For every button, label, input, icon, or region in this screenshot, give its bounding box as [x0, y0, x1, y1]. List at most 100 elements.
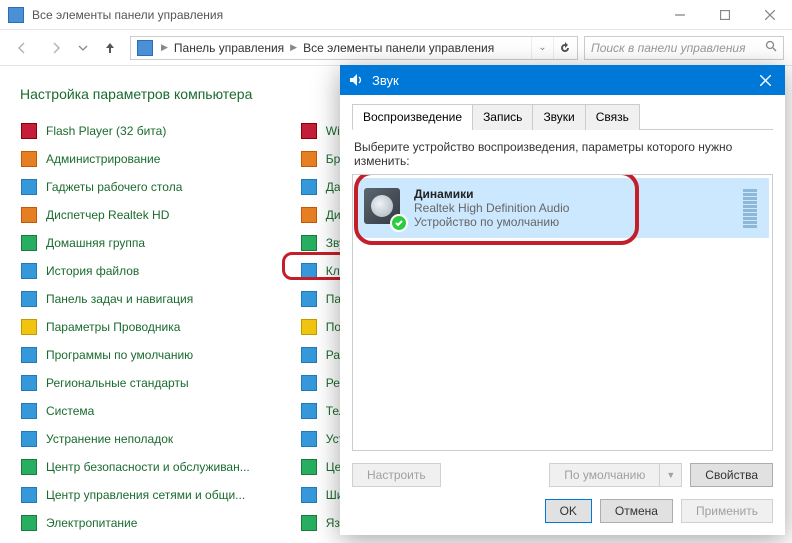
cp-item-label: Гаджеты рабочего стола: [46, 180, 182, 194]
cp-item-label: Система: [46, 404, 94, 418]
cp-item-label: Диспетчер Realtek HD: [46, 208, 169, 222]
cp-item-icon: [300, 178, 318, 196]
close-button[interactable]: [747, 0, 792, 30]
search-icon: [765, 40, 777, 55]
cp-col1-item-14[interactable]: Электропитание: [20, 514, 250, 532]
cp-item-icon: [20, 178, 38, 196]
cp-item-icon: [300, 290, 318, 308]
cp-item-label: Центр безопасности и обслуживан...: [46, 460, 250, 474]
cp-col1-item-3[interactable]: Диспетчер Realtek HD: [20, 206, 250, 224]
cp-item-label: Flash Player (32 бита): [46, 124, 166, 138]
cp-item-label: Устранение неполадок: [46, 432, 173, 446]
cp-item-icon: [20, 486, 38, 504]
breadcrumb-icon: [137, 40, 153, 56]
cp-item-icon: [300, 150, 318, 168]
properties-button[interactable]: Свойства: [690, 463, 773, 487]
cp-item-icon: [300, 514, 318, 532]
cp-item-icon: [20, 430, 38, 448]
tab-recording[interactable]: Запись: [472, 104, 533, 130]
cp-item-icon: [20, 374, 38, 392]
navbar: ▶ Панель управления ▶ Все элементы панел…: [0, 30, 792, 66]
cp-item-icon: [300, 122, 318, 140]
up-button[interactable]: [96, 34, 124, 62]
cp-item-icon: [20, 402, 38, 420]
cp-col1-item-9[interactable]: Региональные стандарты: [20, 374, 250, 392]
minimize-button[interactable]: [657, 0, 702, 30]
cp-item-icon: [20, 150, 38, 168]
cp-item-icon: [300, 374, 318, 392]
forward-button[interactable]: [42, 34, 70, 62]
dialog-description: Выберите устройство воспроизведения, пар…: [354, 140, 771, 168]
chevron-right-icon: ▶: [290, 42, 297, 53]
cp-item-icon: [20, 346, 38, 364]
speaker-icon: [348, 72, 364, 88]
dialog-title: Звук: [372, 73, 745, 88]
dialog-close-button[interactable]: [745, 65, 785, 95]
sound-dialog: Звук Воспроизведение Запись Звуки Связь …: [340, 65, 785, 535]
cp-item-icon: [300, 346, 318, 364]
set-default-button[interactable]: По умолчанию: [549, 463, 659, 487]
check-badge-icon: [390, 214, 408, 232]
set-default-dropdown[interactable]: ▼: [659, 463, 682, 487]
cp-col1-item-12[interactable]: Центр безопасности и обслуживан...: [20, 458, 250, 476]
cp-item-icon: [300, 262, 318, 280]
cp-col1-item-1[interactable]: Администрирование: [20, 150, 250, 168]
cp-item-icon: [20, 290, 38, 308]
apply-button[interactable]: Применить: [681, 499, 773, 523]
cp-col1-item-10[interactable]: Система: [20, 402, 250, 420]
breadcrumb-seg-1[interactable]: Панель управления: [172, 41, 286, 55]
dialog-tabs: Воспроизведение Запись Звуки Связь: [352, 103, 773, 130]
cp-item-icon: [20, 234, 38, 252]
cp-item-label: Центр управления сетями и общи...: [46, 488, 245, 502]
tab-playback[interactable]: Воспроизведение: [352, 104, 473, 130]
device-list[interactable]: Динамики Realtek High Definition Audio У…: [352, 174, 773, 451]
refresh-button[interactable]: [553, 37, 575, 59]
cancel-button[interactable]: Отмена: [600, 499, 673, 523]
maximize-button[interactable]: [702, 0, 747, 30]
cp-item-label: Электропитание: [46, 516, 137, 530]
cp-col1-item-0[interactable]: Flash Player (32 бита): [20, 122, 250, 140]
search-placeholder: Поиск в панели управления: [591, 41, 746, 55]
tab-communications[interactable]: Связь: [585, 104, 640, 130]
device-speaker-icon: [364, 188, 404, 228]
cp-item-icon: [20, 122, 38, 140]
cp-item-label: Региональные стандарты: [46, 376, 189, 390]
ok-button[interactable]: OK: [545, 499, 592, 523]
cp-col1-item-13[interactable]: Центр управления сетями и общи...: [20, 486, 250, 504]
cp-item-icon: [20, 514, 38, 532]
dialog-titlebar: Звук: [340, 65, 785, 95]
back-button[interactable]: [8, 34, 36, 62]
search-input[interactable]: Поиск в панели управления: [584, 36, 784, 60]
cp-item-label: Администрирование: [46, 152, 160, 166]
cp-item-icon: [300, 318, 318, 336]
cp-item-icon: [300, 402, 318, 420]
cp-item-icon: [20, 458, 38, 476]
cp-col1-item-6[interactable]: Панель задач и навигация: [20, 290, 250, 308]
cp-col1-item-7[interactable]: Параметры Проводника: [20, 318, 250, 336]
cp-item-label: Программы по умолчанию: [46, 348, 193, 362]
cp-col1-item-5[interactable]: История файлов: [20, 262, 250, 280]
history-dropdown[interactable]: [76, 34, 90, 62]
cp-item-label: Параметры Проводника: [46, 320, 180, 334]
cp-col1-item-11[interactable]: Устранение неполадок: [20, 430, 250, 448]
cp-col1-item-2[interactable]: Гаджеты рабочего стола: [20, 178, 250, 196]
cp-item-icon: [300, 206, 318, 224]
device-status: Устройство по умолчанию: [414, 215, 733, 229]
volume-meter-icon: [743, 189, 757, 228]
breadcrumb-dropdown[interactable]: ⌄: [531, 37, 553, 59]
breadcrumb[interactable]: ▶ Панель управления ▶ Все элементы панел…: [130, 36, 578, 60]
device-item-speakers[interactable]: Динамики Realtek High Definition Audio У…: [356, 178, 769, 238]
tab-sounds[interactable]: Звуки: [532, 104, 585, 130]
breadcrumb-seg-2[interactable]: Все элементы панели управления: [301, 41, 496, 55]
cp-item-icon: [300, 234, 318, 252]
control-panel-icon: [8, 7, 24, 23]
cp-col1-item-4[interactable]: Домашняя группа: [20, 234, 250, 252]
cp-item-icon: [300, 486, 318, 504]
cp-item-icon: [300, 430, 318, 448]
window-titlebar: Все элементы панели управления: [0, 0, 792, 30]
cp-col1-item-8[interactable]: Программы по умолчанию: [20, 346, 250, 364]
cp-item-icon: [20, 206, 38, 224]
device-name: Динамики: [414, 187, 733, 201]
cp-item-label: Домашняя группа: [46, 236, 145, 250]
configure-button[interactable]: Настроить: [352, 463, 441, 487]
